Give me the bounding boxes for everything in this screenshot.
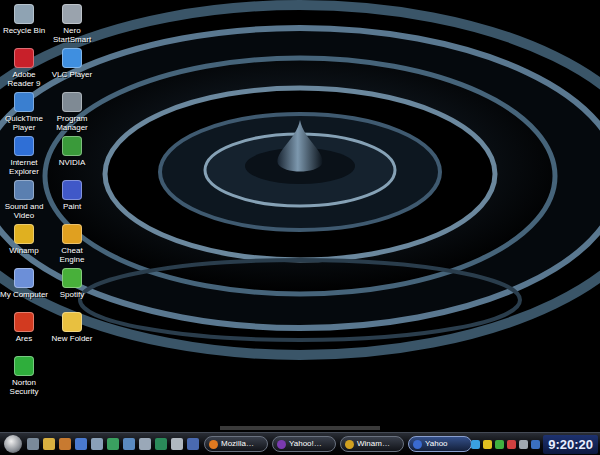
task-button[interactable]: Yahoo [408,436,472,452]
task-button[interactable]: Mozilla… [204,436,268,452]
system-tray: 9:20:20 [471,435,598,454]
shortcut-icon [62,268,82,288]
desktop-icon[interactable]: Nero StartSmart [48,4,96,48]
taskbar: Mozilla… Yahoo!… Winam… Yahoo 9:20:20 [0,432,600,455]
shortcut-icon [62,136,82,156]
desktop-icon[interactable]: Internet Explorer [0,136,48,180]
shortcut-icon [14,356,34,376]
desktop-icon[interactable]: NVIDIA [48,136,96,180]
tray-icon[interactable] [471,440,480,449]
quick-launch-icon[interactable] [187,438,199,450]
tray-icon[interactable] [495,440,504,449]
shortcut-icon [14,4,34,24]
shortcut-icon [62,312,82,332]
desktop-icon[interactable]: Cheat Engine [48,224,96,268]
quick-launch-icon[interactable] [123,438,135,450]
task-button[interactable]: Winam… [340,436,404,452]
shortcut-icon [14,92,34,112]
shortcut-icon [62,224,82,244]
desktop-icon[interactable]: Sound and Video [0,180,48,224]
desktop-icon[interactable]: VLC Player [48,48,96,92]
app-icon [413,440,422,449]
quick-launch-icon[interactable] [139,438,151,450]
desktop-icon[interactable]: My Computer [0,268,48,312]
app-icon [345,440,354,449]
shortcut-icon [62,92,82,112]
desktop-icon[interactable]: Norton Security [0,356,48,400]
desktop-icon[interactable]: Paint [48,180,96,224]
shortcut-icon [14,136,34,156]
clock[interactable]: 9:20:20 [543,435,598,454]
quick-launch-icon[interactable] [75,438,87,450]
quick-launch-icon[interactable] [59,438,71,450]
desktop-icon[interactable]: New Folder [48,312,96,356]
desktop-icon[interactable]: QuickTime Player [0,92,48,136]
desktop-icon[interactable]: Program Manager [48,92,96,136]
quick-launch-icon[interactable] [91,438,103,450]
tray-icon[interactable] [531,440,540,449]
quick-launch-icon[interactable] [107,438,119,450]
task-button[interactable]: Yahoo!… [272,436,336,452]
desktop-icon[interactable]: Recycle Bin [0,4,48,48]
quick-launch-icon[interactable] [27,438,39,450]
app-icon [277,440,286,449]
desktop: Recycle Bin Adobe Reader 9 QuickTime Pla… [0,0,600,455]
quick-launch-icon[interactable] [171,438,183,450]
shortcut-icon [14,268,34,288]
shortcut-icon [62,180,82,200]
tray-icon[interactable] [507,440,516,449]
tray-icon[interactable] [519,440,528,449]
shortcut-icon [62,4,82,24]
quick-launch-icon[interactable] [155,438,167,450]
shortcut-icon [14,180,34,200]
shortcut-icon [14,224,34,244]
desktop-icon[interactable]: Spotify [48,268,96,312]
desktop-icon[interactable]: Adobe Reader 9 [0,48,48,92]
water-drop-wallpaper [0,0,600,433]
shortcut-icon [62,48,82,68]
quick-launch-icon[interactable] [43,438,55,450]
start-button[interactable] [4,435,22,453]
app-icon [209,440,218,449]
desktop-icon[interactable]: Winamp [0,224,48,268]
shortcut-icon [14,312,34,332]
task-list: Mozilla… Yahoo!… Winam… Yahoo [204,436,466,452]
shortcut-icon [14,48,34,68]
desktop-icon[interactable]: Ares [0,312,48,356]
tray-icon[interactable] [483,440,492,449]
quick-launch [27,438,199,450]
